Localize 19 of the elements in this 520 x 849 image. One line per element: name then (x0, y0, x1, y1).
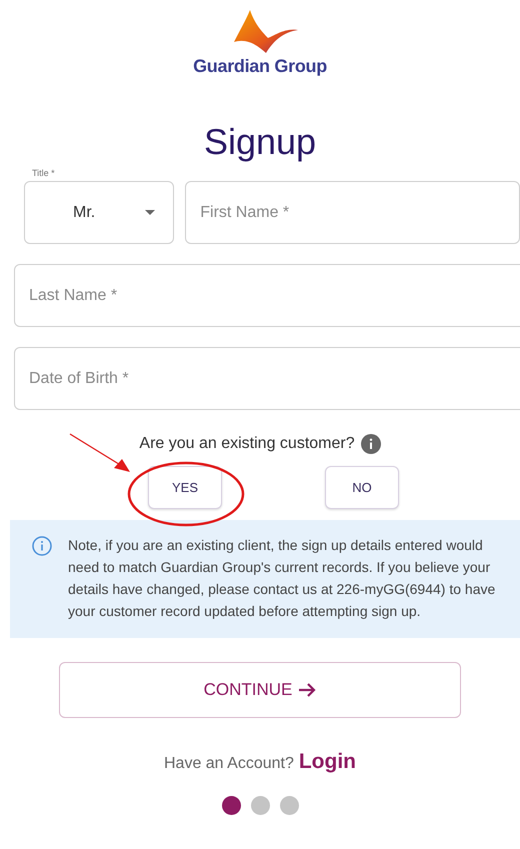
question-text: Are you an existing customer? (139, 435, 355, 453)
step-dot[interactable] (280, 796, 298, 815)
info-icon[interactable] (360, 434, 381, 454)
arrow-right-icon (298, 683, 316, 697)
step-dot[interactable] (222, 796, 240, 815)
text-field[interactable]: Last Name * (14, 264, 520, 327)
info-icon (32, 536, 52, 556)
page-title: Signup (202, 121, 318, 163)
logo-text: Guardian Group (193, 56, 327, 77)
answer-button[interactable]: YES (148, 466, 222, 509)
first-name-field[interactable]: First Name * (185, 181, 520, 244)
answer-button[interactable]: NO (325, 466, 399, 509)
login-prompt: Have an Account? (164, 755, 294, 773)
note-text: Note, if you are an existing client, the sign up details entered would need to match Guardian Group's current records. If you believe your details have changed, please contact us at 226-myGG(6944) to have your customer record updated before attempting sign up. (68, 536, 496, 621)
continue-button[interactable]: CONTINUE (59, 662, 461, 718)
step-dot[interactable] (250, 796, 270, 815)
dropdown-caret-icon (145, 210, 156, 215)
login-link[interactable]: Login (298, 750, 356, 774)
text-field[interactable]: Date of Birth * (14, 347, 520, 410)
